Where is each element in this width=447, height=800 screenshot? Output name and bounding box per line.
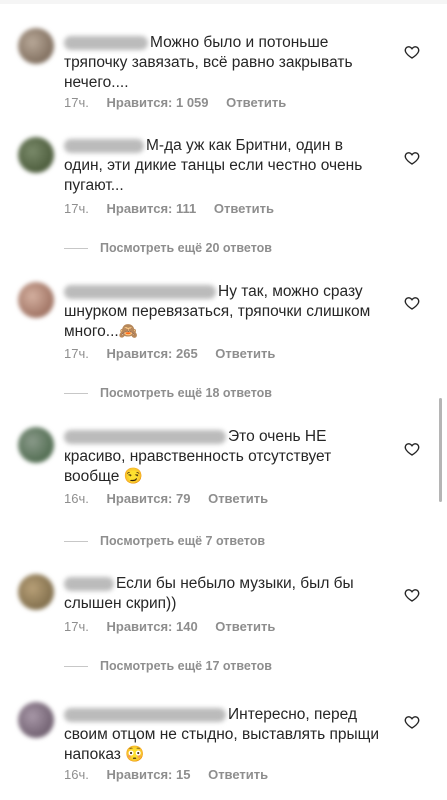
view-more-label: Посмотреть ещё 18 ответов xyxy=(100,386,272,400)
comment-body: Интересно, перед своим отцом не стыдно, … xyxy=(64,705,382,765)
username-redacted[interactable] xyxy=(64,429,226,444)
reply-button[interactable]: Ответить xyxy=(215,346,275,361)
comment-meta: 16ч. Нравится: 79 Ответить xyxy=(64,491,282,506)
view-more-replies[interactable]: Посмотреть ещё 7 ответов xyxy=(64,534,265,548)
avatar[interactable] xyxy=(18,702,54,738)
replies-divider xyxy=(64,666,88,668)
view-more-label: Посмотреть ещё 20 ответов xyxy=(100,241,272,255)
comment-time: 17ч. xyxy=(64,346,89,361)
username-redacted[interactable] xyxy=(64,707,226,722)
avatar[interactable] xyxy=(18,282,54,318)
top-edge xyxy=(0,0,447,4)
heart-outline-icon[interactable] xyxy=(404,150,420,166)
comment-body: М-да уж как Бритни, один в один, эти дик… xyxy=(64,136,382,196)
comment-time: 16ч. xyxy=(64,767,89,782)
reply-button[interactable]: Ответить xyxy=(226,95,286,110)
view-more-label: Посмотреть ещё 17 ответов xyxy=(100,659,272,673)
comment-body: Это очень НЕ красиво, нравственность отс… xyxy=(64,427,382,487)
view-more-replies[interactable]: Посмотреть ещё 20 ответов xyxy=(64,241,272,255)
replies-divider xyxy=(64,248,88,250)
reply-button[interactable]: Ответить xyxy=(208,491,268,506)
avatar[interactable] xyxy=(18,137,54,173)
username-redacted[interactable] xyxy=(64,35,148,50)
likes-count[interactable]: Нравится: 1 059 xyxy=(106,95,208,110)
comment-time: 17ч. xyxy=(64,95,89,110)
avatar[interactable] xyxy=(18,427,54,463)
comment-time: 17ч. xyxy=(64,201,89,216)
view-more-replies[interactable]: Посмотреть ещё 17 ответов xyxy=(64,659,272,673)
likes-count[interactable]: Нравится: 111 xyxy=(106,201,196,216)
reply-button[interactable]: Ответить xyxy=(214,201,274,216)
reply-button[interactable]: Ответить xyxy=(215,619,275,634)
comment-meta: 17ч. Нравится: 1 059 Ответить xyxy=(64,95,300,110)
likes-count[interactable]: Нравится: 265 xyxy=(106,346,197,361)
heart-outline-icon[interactable] xyxy=(404,587,420,603)
likes-count[interactable]: Нравится: 15 xyxy=(106,767,190,782)
likes-count[interactable]: Нравится: 140 xyxy=(106,619,197,634)
heart-outline-icon[interactable] xyxy=(404,295,420,311)
comment-body: Ну так, можно сразу шнурком перевязаться… xyxy=(64,282,382,342)
comment-body: Если бы небыло музыки, был бы слышен скр… xyxy=(64,574,382,614)
comment-time: 16ч. xyxy=(64,491,89,506)
replies-divider xyxy=(64,541,88,543)
heart-outline-icon[interactable] xyxy=(404,44,420,60)
comment-meta: 17ч. Нравится: 140 Ответить xyxy=(64,619,289,634)
likes-count[interactable]: Нравится: 79 xyxy=(106,491,190,506)
username-redacted[interactable] xyxy=(64,284,216,299)
reply-button[interactable]: Ответить xyxy=(208,767,268,782)
heart-outline-icon[interactable] xyxy=(404,714,420,730)
comment-meta: 16ч. Нравится: 15 Ответить xyxy=(64,767,282,782)
avatar[interactable] xyxy=(18,28,54,64)
view-more-label: Посмотреть ещё 7 ответов xyxy=(100,534,266,548)
username-redacted[interactable] xyxy=(64,138,144,153)
comment-time: 17ч. xyxy=(64,619,89,634)
view-more-replies[interactable]: Посмотреть ещё 18 ответов xyxy=(64,386,272,400)
username-redacted[interactable] xyxy=(64,576,114,591)
comment-body: Можно было и потоньше тряпочку завязать,… xyxy=(64,33,382,93)
comment-meta: 17ч. Нравится: 265 Ответить xyxy=(64,346,289,361)
avatar[interactable] xyxy=(18,574,54,610)
scrollbar[interactable] xyxy=(439,398,442,502)
replies-divider xyxy=(64,393,88,395)
heart-outline-icon[interactable] xyxy=(404,441,420,457)
comment-meta: 17ч. Нравится: 111 Ответить xyxy=(64,201,288,216)
